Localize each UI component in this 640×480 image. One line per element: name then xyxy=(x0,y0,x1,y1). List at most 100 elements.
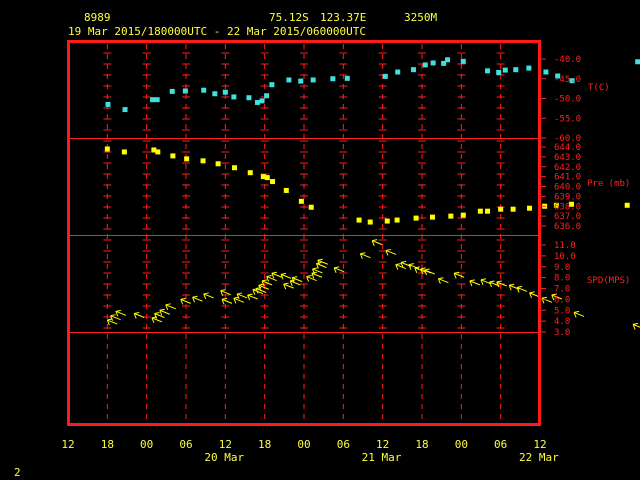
wind-arrow xyxy=(291,276,303,283)
pressure-point xyxy=(298,198,304,204)
wind-arrow-head xyxy=(489,280,495,283)
wind-arrow-head xyxy=(154,312,160,315)
x-day-label: 21 Mar xyxy=(362,451,402,464)
wind-arrow-head xyxy=(360,252,366,255)
wind-arrow xyxy=(115,309,127,317)
x-tick-label: 06 xyxy=(494,438,507,451)
temperature-point xyxy=(169,88,175,94)
x-tick-label: 12 xyxy=(376,438,389,451)
x-tick-label: 00 xyxy=(455,438,468,451)
temperature-point xyxy=(395,69,401,75)
wind-arrow-head xyxy=(192,295,198,298)
time-range: 19 Mar 2015/180000UTC - 22 Mar 2015/0600… xyxy=(68,25,366,38)
temperature-point xyxy=(344,75,350,81)
wind-arrow-head xyxy=(516,285,523,288)
y-tick-label: 10.0 xyxy=(554,252,576,262)
wind-arrow xyxy=(385,248,397,256)
wind-arrow xyxy=(359,252,371,259)
wind-arrow xyxy=(312,267,323,275)
pressure-point xyxy=(356,217,362,223)
pressure-point xyxy=(184,156,190,162)
pressure-point xyxy=(527,205,533,211)
wind-arrow xyxy=(395,263,406,270)
x-tick-label: 12 xyxy=(533,438,546,451)
pressure-point xyxy=(247,170,253,176)
x-tick-label: 12 xyxy=(61,438,74,451)
wind-arrow-head xyxy=(469,279,475,282)
wind-arrow-head xyxy=(292,276,298,279)
y-tick-label: 640.0 xyxy=(554,183,581,193)
grid-lines xyxy=(69,44,539,423)
wind-arrow xyxy=(289,279,301,287)
page-number: 2 xyxy=(14,466,21,479)
wind-arrow-head xyxy=(632,322,639,325)
temperature-point xyxy=(154,97,160,103)
pressure-point xyxy=(460,212,466,218)
wind-arrow-head xyxy=(266,275,272,278)
y-tick-label: 638.0 xyxy=(554,202,581,212)
wind-arrow-head xyxy=(408,263,414,266)
wind-arrow xyxy=(306,275,317,282)
wind-arrow xyxy=(311,271,323,279)
pressure-point xyxy=(510,206,516,212)
x-tick-label: 00 xyxy=(140,438,153,451)
temperature-point xyxy=(460,58,466,64)
wind-arrow-head xyxy=(420,267,426,270)
wind-arrow xyxy=(236,292,248,300)
x-day-label: 20 Mar xyxy=(204,451,244,464)
wind-arrow-head xyxy=(541,296,548,299)
wind-arrow xyxy=(165,303,176,310)
wind-arrow-head xyxy=(261,279,268,282)
wind-arrow-head xyxy=(110,314,116,317)
temperature-point xyxy=(259,98,265,104)
temperature-point xyxy=(150,97,156,103)
wind-arrow-head xyxy=(280,272,287,275)
wind-arrow-head xyxy=(312,267,318,270)
y-tick-label: 9.0 xyxy=(554,263,570,273)
y-axes: -40.0-45.0-50.0-55.0-60.0T(C)644.0643.06… xyxy=(540,55,630,338)
wind-arrow-head xyxy=(237,292,243,295)
pressure-point xyxy=(394,217,400,223)
y-tick-label: 639.0 xyxy=(554,192,581,202)
station-id: 8989 xyxy=(84,11,111,24)
wind-arrow-head xyxy=(134,312,140,315)
y-tick-label: 642.0 xyxy=(554,163,581,173)
wind-arrow-head xyxy=(203,292,209,295)
wind-arrow-head xyxy=(529,291,535,294)
wind-arrow-head xyxy=(496,280,502,283)
temperature-point xyxy=(269,82,275,88)
meteogram-chart: 8989 75.12S 123.37E 3250M 19 Mar 2015/18… xyxy=(14,11,640,479)
wind-arrow-head xyxy=(509,283,515,286)
x-tick-label: 18 xyxy=(258,438,271,451)
temperature-point xyxy=(485,68,491,74)
wind-arrow xyxy=(154,312,165,319)
wind-arrow-head xyxy=(221,297,228,300)
pressure-point xyxy=(624,202,630,208)
wind-arrow-head xyxy=(424,268,430,271)
y-tick-label: 644.0 xyxy=(554,143,581,153)
wind-arrow xyxy=(203,292,214,300)
wind-arrow-head xyxy=(372,239,378,242)
wind-arrow-head xyxy=(283,282,289,285)
x-tick-label: 00 xyxy=(297,438,310,451)
panel-label: SPD(MPS) xyxy=(587,276,630,286)
wind-arrow xyxy=(632,322,640,330)
y-tick-label: 11.0 xyxy=(554,241,576,251)
wind-arrow-head xyxy=(317,258,323,261)
wind-arrow xyxy=(283,282,294,290)
wind-arrow xyxy=(333,266,345,274)
wind-arrow xyxy=(261,279,273,287)
wind-arrow xyxy=(280,272,292,280)
temperature-point xyxy=(122,107,128,113)
wind-arrow xyxy=(541,296,553,304)
wind-arrow-head xyxy=(159,308,165,311)
wind-arrow-head xyxy=(271,271,277,274)
temperature-point xyxy=(254,99,260,105)
wind-arrow xyxy=(271,271,283,279)
y-tick-label: 637.0 xyxy=(554,212,581,222)
pressure-point xyxy=(367,219,373,225)
wind-arrow-head xyxy=(220,289,226,292)
pressure-point xyxy=(283,187,289,193)
panel-label: T(C) xyxy=(588,83,610,93)
x-axis: 12 18 00 06 12 18 00 06 12 18 00 06 1220 Mar 21 Mar 22… xyxy=(61,438,559,464)
